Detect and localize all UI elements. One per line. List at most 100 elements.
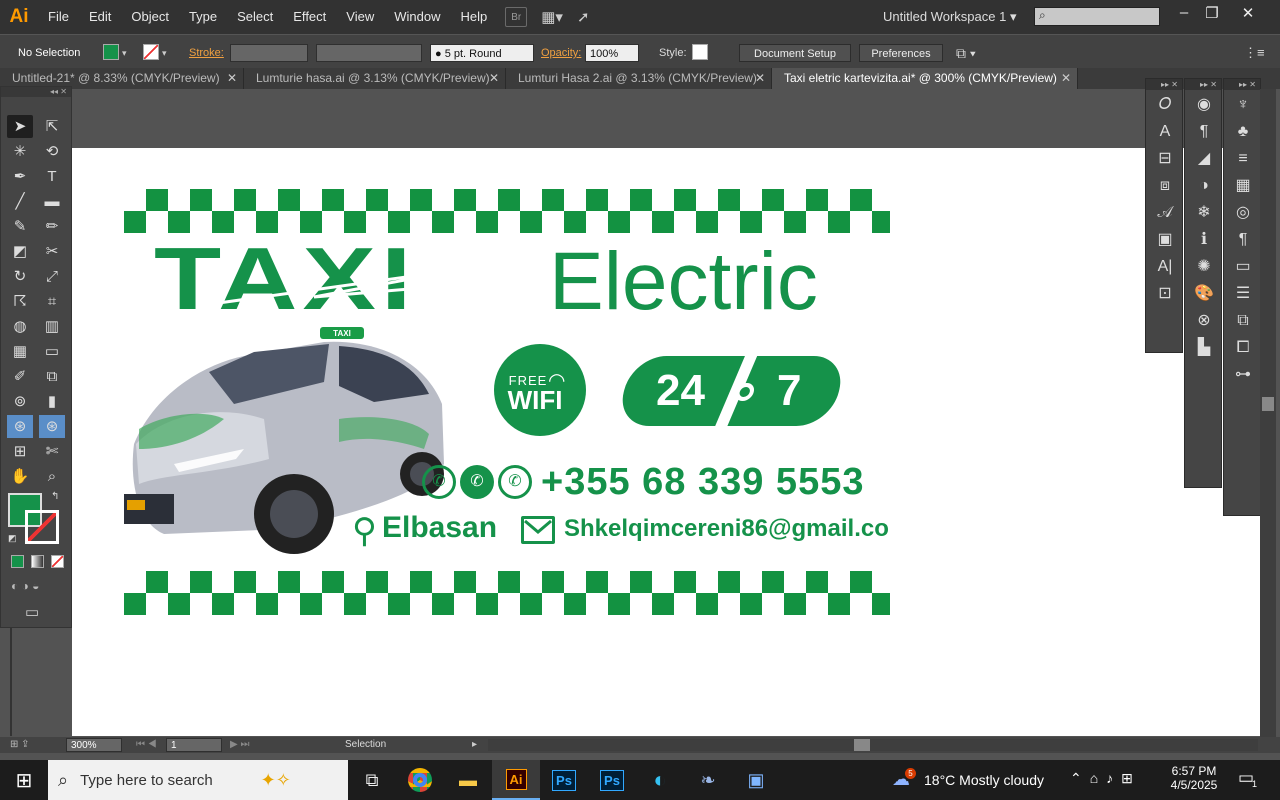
graphic-styles-panel-icon[interactable]: ◎ xyxy=(1226,201,1260,225)
menu-type[interactable]: Type xyxy=(179,0,227,34)
paragraph-styles-panel-icon[interactable]: A| xyxy=(1148,255,1182,279)
transform-panel-icon[interactable]: ⧈ xyxy=(1148,174,1182,198)
menu-object[interactable]: Object xyxy=(121,0,179,34)
preferences-button[interactable]: Preferences xyxy=(859,44,943,62)
tab-lumturi-hasa-2[interactable]: Lumturi Hasa 2.ai @ 3.13% (CMYK/Preview)… xyxy=(506,68,772,89)
stroke-color-box[interactable] xyxy=(25,510,59,544)
shape-builder-tool-icon[interactable]: ◍ xyxy=(7,315,33,338)
default-colors-icon[interactable]: ◩ xyxy=(8,533,17,544)
taskbar-search-box[interactable]: ⌕ Type here to search ✦✧ xyxy=(48,760,348,800)
scissors-tool-icon[interactable]: ✂ xyxy=(39,240,65,263)
horizontal-scrollbar[interactable] xyxy=(488,739,1258,751)
line-tool-icon[interactable]: ╱ xyxy=(7,190,33,213)
clock[interactable]: 6:57 PM 4/5/2025 xyxy=(1170,764,1218,792)
tab-close-icon[interactable]: ✕ xyxy=(1061,68,1071,89)
link-panel-icon[interactable]: ⊶ xyxy=(1226,363,1260,387)
status-menu-icon[interactable]: ▸ xyxy=(472,737,477,753)
bridge-button[interactable]: Br xyxy=(505,7,528,27)
symbol-shift-tool-icon[interactable]: ⊛ xyxy=(39,415,65,438)
transparency-panel-icon[interactable]: ▭ xyxy=(1226,255,1260,279)
tab-close-icon[interactable]: ✕ xyxy=(489,68,499,89)
align-panel-icon[interactable]: ⊟ xyxy=(1148,147,1182,171)
pathfinder-panel-icon[interactable]: ⧉ xyxy=(1226,309,1260,333)
rectangle-tool-icon[interactable]: ▬ xyxy=(39,190,65,213)
vertical-scrollbar[interactable] xyxy=(1260,89,1276,737)
tools-panel-header[interactable]: ◂◂ ✕ xyxy=(1,87,71,97)
opentype-panel-icon[interactable]: 𝑂 xyxy=(1148,93,1182,117)
file-explorer-icon[interactable]: ▬ xyxy=(444,760,492,800)
align-options-icon[interactable]: ⧉ ▾ xyxy=(956,44,976,62)
column-graph-tool-icon[interactable]: ▮ xyxy=(39,390,65,413)
brushes-panel-icon[interactable]: ♆ xyxy=(1226,93,1260,117)
system-tray-icons[interactable]: ⌃⌂♪⊞ xyxy=(1070,770,1141,787)
rotate-tool-icon[interactable]: ↻ xyxy=(7,265,33,288)
pen-tool-icon[interactable]: ✒ xyxy=(7,165,33,188)
photoshop-2-taskbar-icon[interactable]: Ps xyxy=(588,760,636,800)
pen-app-icon[interactable]: ❧ xyxy=(684,760,732,800)
dock-header[interactable]: ▸▸ ✕ xyxy=(1185,79,1221,90)
stroke-swatch[interactable] xyxy=(143,44,159,60)
artboard-tool-icon[interactable]: ⊞ xyxy=(7,440,33,463)
eyedropper-tool-icon[interactable]: ✐ xyxy=(7,365,33,388)
swatches-panel-icon[interactable]: ♣ xyxy=(1226,120,1260,144)
asset-export-panel-icon[interactable]: ⧠ xyxy=(1226,336,1260,360)
swap-colors-icon[interactable]: ↰ xyxy=(51,491,59,502)
zoom-field[interactable]: 300% xyxy=(66,738,122,752)
gradient-tool-icon[interactable]: ▭ xyxy=(39,340,65,363)
control-menu-icon[interactable]: ⋮≡ xyxy=(1244,44,1265,62)
artboard-next-icons[interactable]: ▶ ⏭ xyxy=(230,737,249,753)
layers-panel-icon[interactable]: ☰ xyxy=(1226,282,1260,306)
business-card[interactable]: TAXI Electric TAXI FREE WIFI ◠ 24 7 ✆ ✆ … xyxy=(124,189,890,615)
variable-width-field[interactable] xyxy=(316,44,422,62)
weather-text[interactable]: 18°C Mostly cloudy xyxy=(924,772,1044,788)
task-view-icon[interactable]: ⧉ xyxy=(348,760,396,800)
stroke-weight-field[interactable] xyxy=(230,44,308,62)
align-objects-panel-icon[interactable]: ▙ xyxy=(1187,336,1221,360)
menu-window[interactable]: Window xyxy=(384,0,450,34)
stroke-label[interactable]: Stroke: xyxy=(189,44,224,62)
draw-modes-icon[interactable]: ◐ ◑ ◒ xyxy=(11,579,39,593)
fill-dropdown-icon[interactable]: ▾ xyxy=(122,44,127,62)
color-guide-panel-icon[interactable]: 🎨 xyxy=(1187,282,1221,306)
menu-view[interactable]: View xyxy=(336,0,384,34)
menu-edit[interactable]: Edit xyxy=(79,0,121,34)
symbols-panel-icon[interactable]: ❄ xyxy=(1187,201,1221,225)
menu-effect[interactable]: Effect xyxy=(283,0,336,34)
mesh-tool-icon[interactable]: ▦ xyxy=(7,340,33,363)
slice-tool-icon[interactable]: ✄ xyxy=(39,440,65,463)
image-trace-panel-icon[interactable]: ▣ xyxy=(1148,228,1182,252)
direct-selection-tool-icon[interactable]: ⇱ xyxy=(39,115,65,138)
gradient-panel-icon[interactable]: ◢ xyxy=(1187,147,1221,171)
vertical-scroll-thumb[interactable] xyxy=(1262,397,1274,411)
selection-tool-icon[interactable]: ➤ xyxy=(7,115,33,138)
artboard-prev-icons[interactable]: ⏮ ◀ xyxy=(136,737,157,753)
close-button[interactable]: ✕ xyxy=(1234,4,1262,22)
document-setup-button[interactable]: Document Setup xyxy=(739,44,851,62)
stroke-dropdown-icon[interactable]: ▾ xyxy=(162,44,167,62)
color-mode-icon[interactable] xyxy=(11,555,24,568)
brush-definition-select[interactable]: ● 5 pt. Round xyxy=(430,44,534,62)
dock-header[interactable]: ▸▸ ✕ xyxy=(1146,79,1182,90)
blend-tool-icon[interactable]: ⧉ xyxy=(39,365,65,388)
zoom-tool-icon[interactable]: ⌕ xyxy=(39,465,65,488)
hand-tool-icon[interactable]: ✋ xyxy=(7,465,33,488)
status-icons[interactable]: ⊞ ⇪ xyxy=(10,737,30,753)
pencil-tool-icon[interactable]: ✏ xyxy=(39,215,65,238)
links-panel-icon[interactable]: ⊗ xyxy=(1187,309,1221,333)
type-panel-icon[interactable]: ¶ xyxy=(1226,228,1260,252)
tab-taxi-eletric[interactable]: Taxi eletric kartevizita.ai* @ 300% (CMY… xyxy=(772,68,1078,89)
remote-desktop-icon[interactable]: ▣ xyxy=(732,760,780,800)
symbol-tool-icon[interactable]: ⊛ xyxy=(7,415,33,438)
gpu-rocket-icon[interactable]: ➚ xyxy=(577,8,590,26)
start-windows-icon[interactable]: ⊞ xyxy=(0,760,48,800)
maximize-button[interactable]: ❐ xyxy=(1198,4,1226,22)
scale-tool-icon[interactable]: ⤢ xyxy=(39,265,65,288)
horizontal-scroll-thumb[interactable] xyxy=(854,739,870,751)
tab-close-icon[interactable]: ✕ xyxy=(227,68,237,89)
photoshop-taskbar-icon[interactable]: Ps xyxy=(540,760,588,800)
chrome-icon[interactable] xyxy=(396,760,444,800)
stroke-panel-icon[interactable]: ≡ xyxy=(1226,147,1260,171)
menu-select[interactable]: Select xyxy=(227,0,283,34)
perspective-grid-tool-icon[interactable]: ▥ xyxy=(39,315,65,338)
glyphs-panel-icon[interactable]: 𝒜 xyxy=(1148,201,1182,225)
